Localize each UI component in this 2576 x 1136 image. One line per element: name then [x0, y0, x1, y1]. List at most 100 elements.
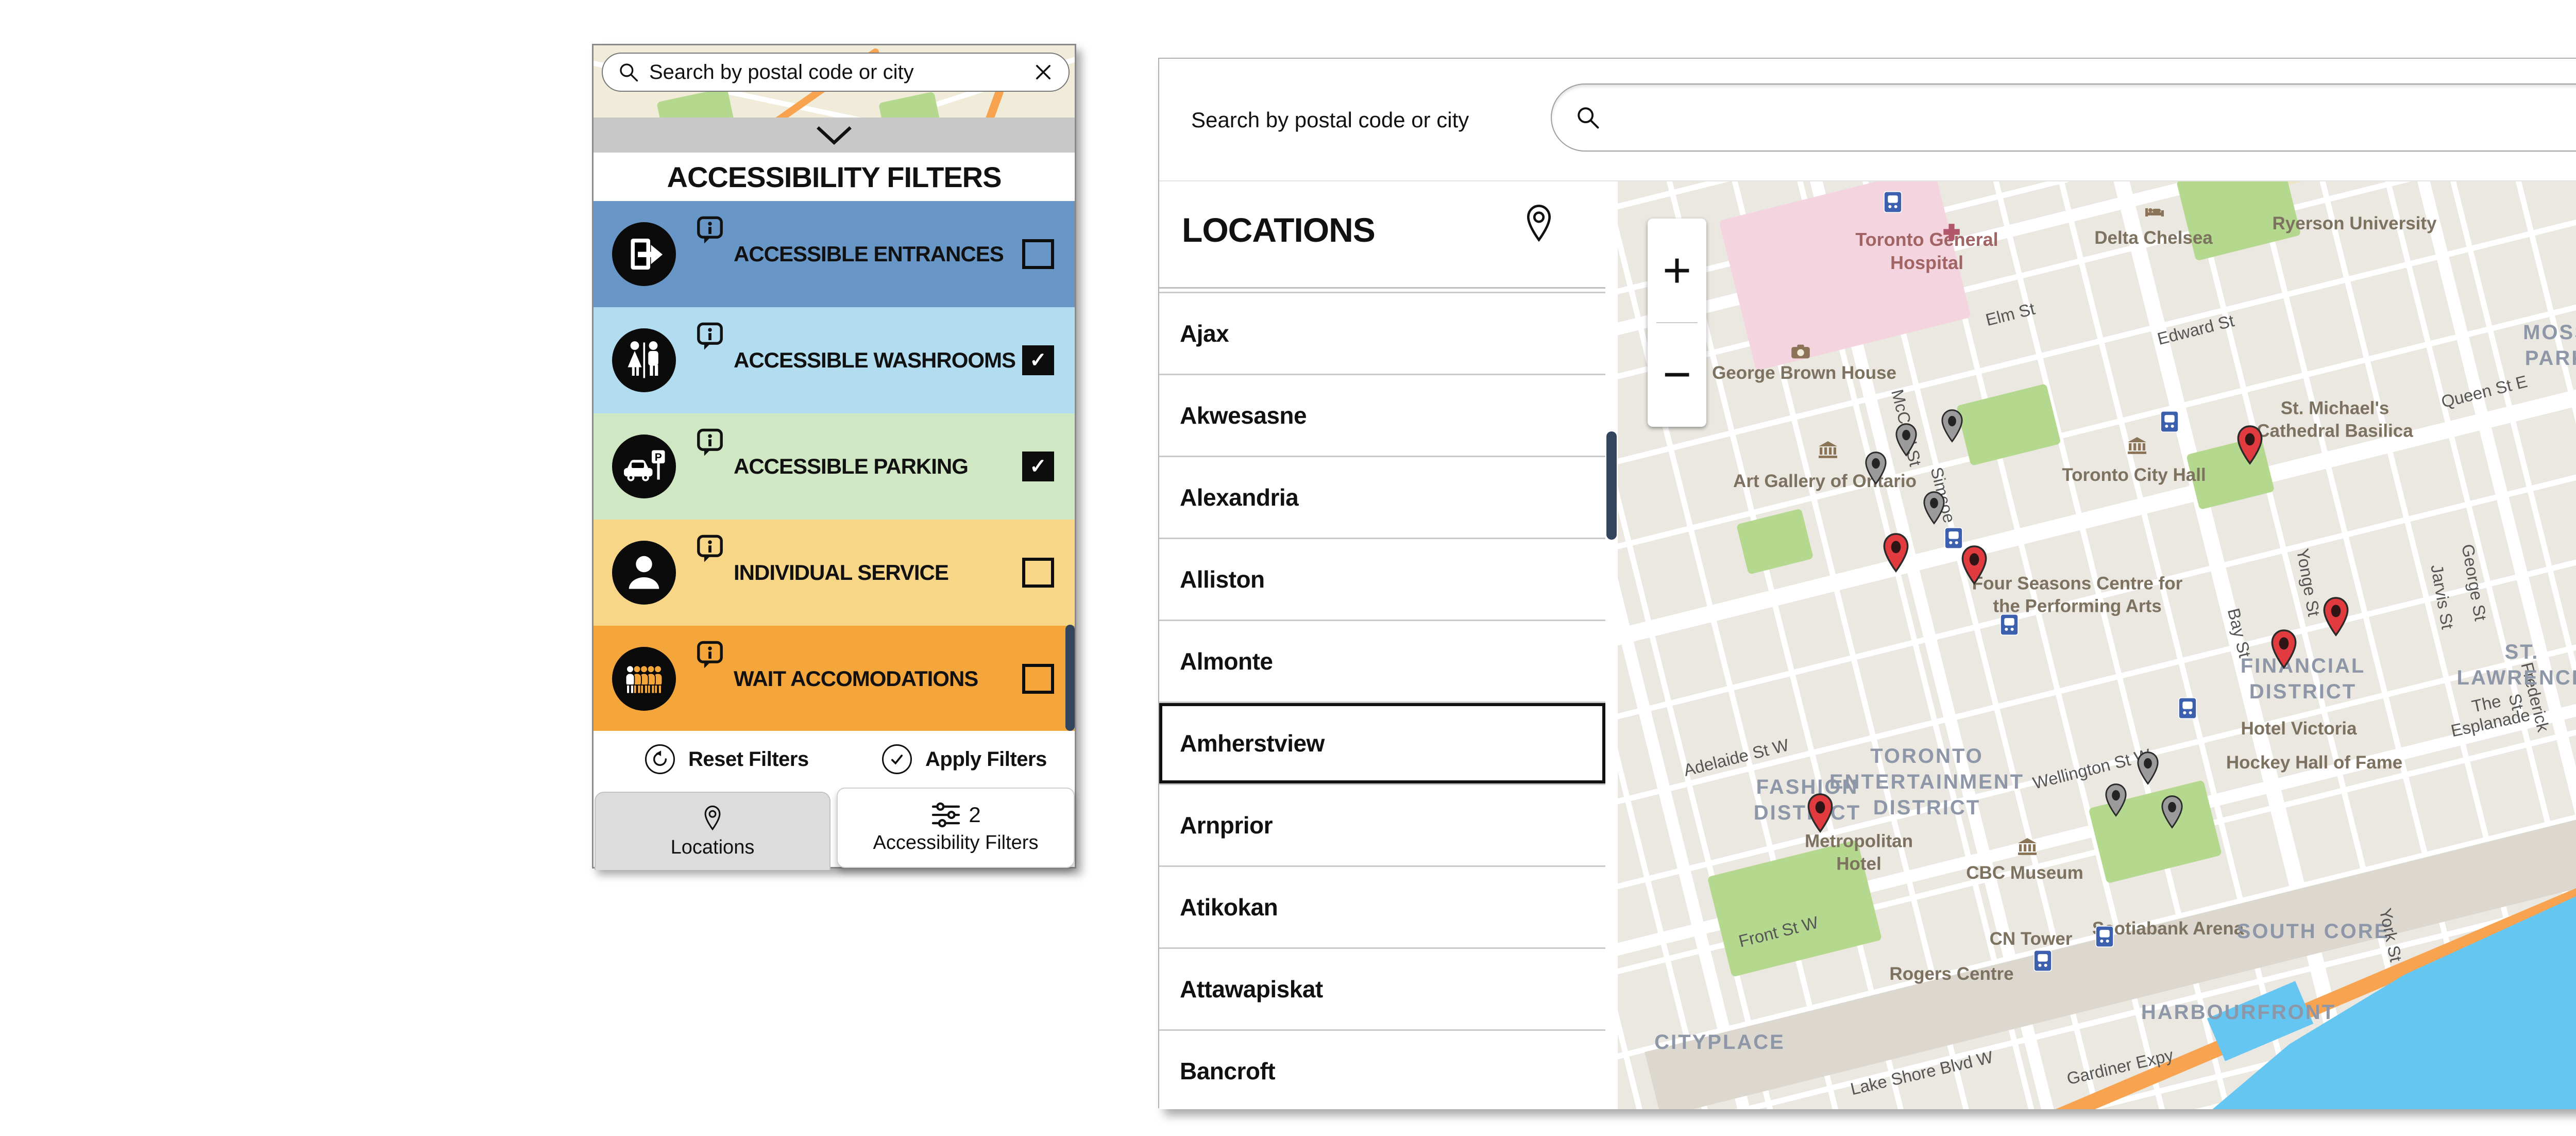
- list-item-location[interactable]: Amherstview: [1159, 703, 1605, 785]
- apply-filters-button[interactable]: Apply Filters: [882, 744, 1047, 774]
- list-item-location[interactable]: Atikokan: [1159, 867, 1605, 949]
- filter-row-wait-accomodations[interactable]: WAIT ACCOMODATIONS: [594, 626, 1075, 732]
- map-pin-red[interactable]: [2233, 424, 2266, 465]
- subway-station-icon: [1884, 191, 1902, 213]
- sliders-icon: [930, 802, 961, 828]
- zoom-out-button[interactable]: −: [1648, 323, 1706, 427]
- chevron-down-icon: [812, 124, 856, 146]
- mini-scrollbar-thumb[interactable]: [1065, 625, 1075, 731]
- list-item-location[interactable]: Arnprior: [1159, 785, 1605, 867]
- museum-icon: [1818, 440, 1838, 459]
- map-pin-gray[interactable]: [1892, 422, 1920, 457]
- filter-row-accessible-washrooms[interactable]: ACCESSIBLE WASHROOMS ✓: [594, 307, 1075, 413]
- close-icon[interactable]: [1032, 61, 1054, 83]
- filter-row-accessible-parking[interactable]: P ACCESSIBLE PARKING ✓: [594, 413, 1075, 520]
- tab-accessibility-filters[interactable]: 2 Accessibility Filters: [837, 788, 1075, 868]
- list-item-location[interactable]: Attawapiskat: [1159, 949, 1605, 1031]
- checkbox[interactable]: ✓: [1022, 345, 1054, 375]
- list-item-location[interactable]: Almonte: [1159, 621, 1605, 703]
- mini-tab-bar: Locations 2 Accessibility Filters: [594, 788, 1075, 870]
- list-item-location[interactable]: Alliston: [1159, 539, 1605, 621]
- search-icon: [1574, 104, 1601, 131]
- apply-filters-label: Apply Filters: [925, 747, 1047, 771]
- locator-app-window: Search by postal code or city LOCATIONS …: [1158, 58, 2576, 1109]
- map-pin-gray[interactable]: [2102, 782, 2130, 817]
- subway-station-icon: [2095, 926, 2114, 947]
- locations-scrollbar[interactable]: [1605, 181, 1618, 1109]
- map-pin-gray[interactable]: [1862, 450, 1890, 486]
- list-item-location[interactable]: Alexandria: [1159, 457, 1605, 539]
- tab-locations-label: Locations: [670, 836, 755, 858]
- info-icon[interactable]: [696, 322, 724, 353]
- zoom-in-button[interactable]: +: [1648, 219, 1706, 322]
- locations-list: Ajax Akwesasne Alexandria Alliston Almonte Am…: [1159, 292, 1605, 1109]
- subway-station-icon: [2000, 614, 2019, 636]
- map-park: [2176, 181, 2301, 261]
- subway-station-icon: [2160, 411, 2179, 432]
- checkbox[interactable]: [1022, 664, 1054, 694]
- search-bar-section: Search by postal code or city: [1159, 59, 2576, 181]
- tab-filters-label: Accessibility Filters: [873, 831, 1039, 854]
- map-pin-gray[interactable]: [1938, 408, 1966, 443]
- mini-footer: Reset Filters Apply Filters: [594, 731, 1075, 788]
- tab-locations[interactable]: Locations: [595, 792, 831, 870]
- checkbox[interactable]: [1022, 239, 1054, 269]
- info-icon[interactable]: [696, 640, 724, 671]
- filter-label: INDIVIDUAL SERVICE: [734, 560, 949, 584]
- map-pin-red[interactable]: [2267, 628, 2300, 670]
- list-item-location[interactable]: Akwesasne: [1159, 375, 1605, 457]
- map-pin-red[interactable]: [1879, 532, 1912, 573]
- filter-row-individual-service[interactable]: INDIVIDUAL SERVICE: [594, 520, 1075, 626]
- map-pin-gray[interactable]: [2134, 750, 2162, 786]
- crowd-icon: [612, 647, 676, 711]
- info-icon[interactable]: [696, 215, 724, 246]
- map-canvas[interactable]: Toronto General Hospital Delta Chelsea Rye…: [1618, 181, 2576, 1109]
- locations-scrollbar-thumb[interactable]: [1606, 431, 1617, 540]
- map-pin-gray[interactable]: [2158, 794, 2186, 829]
- person-icon: [612, 541, 676, 605]
- locations-header: LOCATIONS: [1159, 185, 1605, 286]
- parking-icon: P: [612, 435, 676, 498]
- washroom-icon: [612, 328, 676, 392]
- reset-filters-button[interactable]: Reset Filters: [645, 744, 809, 774]
- search-label: Search by postal code or city: [1191, 108, 1469, 132]
- entrance-icon: [612, 222, 676, 286]
- map-pin-red[interactable]: [1804, 792, 1837, 833]
- search-input[interactable]: [1551, 83, 2576, 152]
- filter-label: ACCESSIBLE ENTRANCES: [734, 242, 1004, 266]
- mini-panel-title: ACCESSIBILITY FILTERS: [594, 153, 1075, 201]
- location-pin-icon: [1523, 203, 1555, 243]
- info-icon[interactable]: [696, 428, 724, 459]
- filters-count-badge: 2: [969, 802, 981, 827]
- search-icon: [617, 61, 640, 83]
- map-park: [1956, 383, 2061, 466]
- museum-icon: [2127, 436, 2147, 455]
- map-park: [1736, 508, 1814, 575]
- location-pin-icon: [702, 805, 723, 831]
- collapse-handle[interactable]: [594, 118, 1075, 153]
- info-icon[interactable]: [696, 534, 724, 565]
- list-item-location[interactable]: Ajax: [1159, 293, 1605, 375]
- map-pin-red[interactable]: [1958, 544, 1991, 586]
- mini-search-input[interactable]: Search by postal code or city: [602, 53, 1070, 92]
- bed-icon: [2144, 202, 2165, 221]
- filter-label: ACCESSIBLE WASHROOMS: [734, 348, 1016, 372]
- map-pin-red[interactable]: [2319, 596, 2352, 637]
- camera-icon: [1790, 342, 1811, 361]
- map-hospital-area: [1719, 181, 1972, 371]
- locations-title: LOCATIONS: [1182, 211, 1376, 249]
- map-zoom-control: + −: [1648, 219, 1706, 427]
- filter-label: ACCESSIBLE PARKING: [734, 454, 969, 478]
- filter-label: WAIT ACCOMODATIONS: [734, 666, 978, 691]
- reset-icon: [645, 744, 675, 774]
- filter-row-accessible-entrances[interactable]: ACCESSIBLE ENTRANCES: [594, 201, 1075, 307]
- checkbox[interactable]: ✓: [1022, 452, 1054, 481]
- list-item-location[interactable]: Bancroft: [1159, 1031, 1605, 1109]
- mini-accessibility-panel: Search by postal code or city ACCESSIBIL…: [592, 44, 1076, 870]
- museum-icon: [2017, 837, 2038, 856]
- mini-filter-list: ACCESSIBLE ENTRANCES ACCESSIBLE WASHROOMS…: [594, 201, 1075, 732]
- divider: [1159, 287, 1605, 289]
- map-park: [1707, 840, 1883, 977]
- checkbox[interactable]: [1022, 558, 1054, 588]
- map-pin-gray[interactable]: [1920, 490, 1948, 525]
